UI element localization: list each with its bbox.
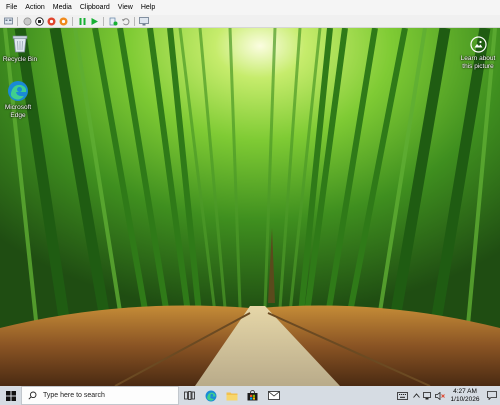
menu-action[interactable]: Action: [21, 0, 48, 15]
action-center-button[interactable]: [484, 386, 500, 405]
reset-icon[interactable]: [89, 16, 99, 26]
taskbar-store-button[interactable]: [242, 386, 263, 405]
recycle-bin-icon: [12, 35, 28, 53]
clock-time: 4:27 AM: [453, 387, 477, 395]
system-tray: 4:27 AM 1/10/2026: [394, 386, 500, 405]
taskbar-file-explorer-button[interactable]: [221, 386, 242, 405]
task-view-icon: [184, 391, 195, 400]
windows-logo-icon: [5, 390, 16, 401]
start-icon[interactable]: [22, 16, 32, 26]
network-icon: [423, 391, 431, 399]
chevron-up-icon: [412, 393, 420, 398]
enhanced-session-icon[interactable]: [139, 16, 149, 26]
volume-button[interactable]: [434, 386, 446, 405]
taskbar-search-box[interactable]: Type here to search: [21, 386, 179, 405]
file-explorer-icon: [226, 392, 237, 400]
camera-icon: [469, 36, 487, 53]
ctrl-alt-del-icon[interactable]: [3, 16, 13, 26]
toolbar-separator: [134, 16, 135, 26]
toolbar-separator: [103, 16, 104, 26]
desktop-icon-edge[interactable]: Microsoft Edge: [0, 80, 38, 119]
taskbar-clock[interactable]: 4:27 AM 1/10/2026: [446, 388, 484, 404]
taskbar-mail-button[interactable]: [263, 386, 284, 405]
edge-icon: [8, 81, 28, 101]
menu-file[interactable]: File: [0, 0, 21, 15]
edge-icon: [205, 390, 216, 401]
desktop-icon-recycle-bin[interactable]: Recycle Bin: [0, 32, 40, 64]
toolbar-separator: [17, 16, 18, 26]
vm-toolbar: [0, 15, 500, 28]
shut-down-icon[interactable]: [46, 16, 56, 26]
taskbar-edge-button[interactable]: [200, 386, 221, 405]
task-view-button[interactable]: [179, 386, 200, 405]
clock-date: 1/10/2026: [450, 395, 480, 403]
menu-help[interactable]: Help: [137, 0, 159, 15]
pause-icon[interactable]: [77, 16, 87, 26]
mail-icon: [267, 391, 280, 400]
show-hidden-icons-button[interactable]: [410, 386, 422, 405]
menu-media[interactable]: Media: [49, 0, 76, 15]
turn-off-icon[interactable]: [34, 16, 44, 26]
volume-muted-icon: [435, 391, 445, 400]
start-button[interactable]: [0, 386, 21, 405]
keyboard-icon: [396, 391, 408, 400]
revert-icon[interactable]: [120, 16, 130, 26]
search-placeholder: Type here to search: [43, 392, 105, 399]
menu-clipboard[interactable]: Clipboard: [76, 0, 114, 15]
notification-icon: [487, 391, 497, 400]
recycle-bin-label: Recycle Bin: [2, 56, 38, 63]
checkpoint-icon[interactable]: [108, 16, 118, 26]
store-icon: [247, 390, 258, 401]
learn-about-picture[interactable]: Learn about this picture: [456, 36, 500, 70]
edge-label: Microsoft Edge: [4, 104, 32, 119]
menu-view[interactable]: View: [114, 0, 137, 15]
search-icon: [28, 391, 37, 400]
desktop[interactable]: Recycle Bin Microsoft Edge Learn about t…: [0, 28, 500, 386]
keyboard-layout-button[interactable]: [394, 386, 410, 405]
learn-about-picture-label: Learn about this picture: [460, 55, 496, 70]
toolbar-separator: [72, 16, 73, 26]
save-icon[interactable]: [58, 16, 68, 26]
menu-bar: File Action Media Clipboard View Help: [0, 0, 500, 15]
taskbar: Type here to search 4:27 AM 1/10/2026: [0, 386, 500, 405]
network-button[interactable]: [422, 386, 434, 405]
bamboo-forest-wallpaper: [0, 28, 500, 386]
